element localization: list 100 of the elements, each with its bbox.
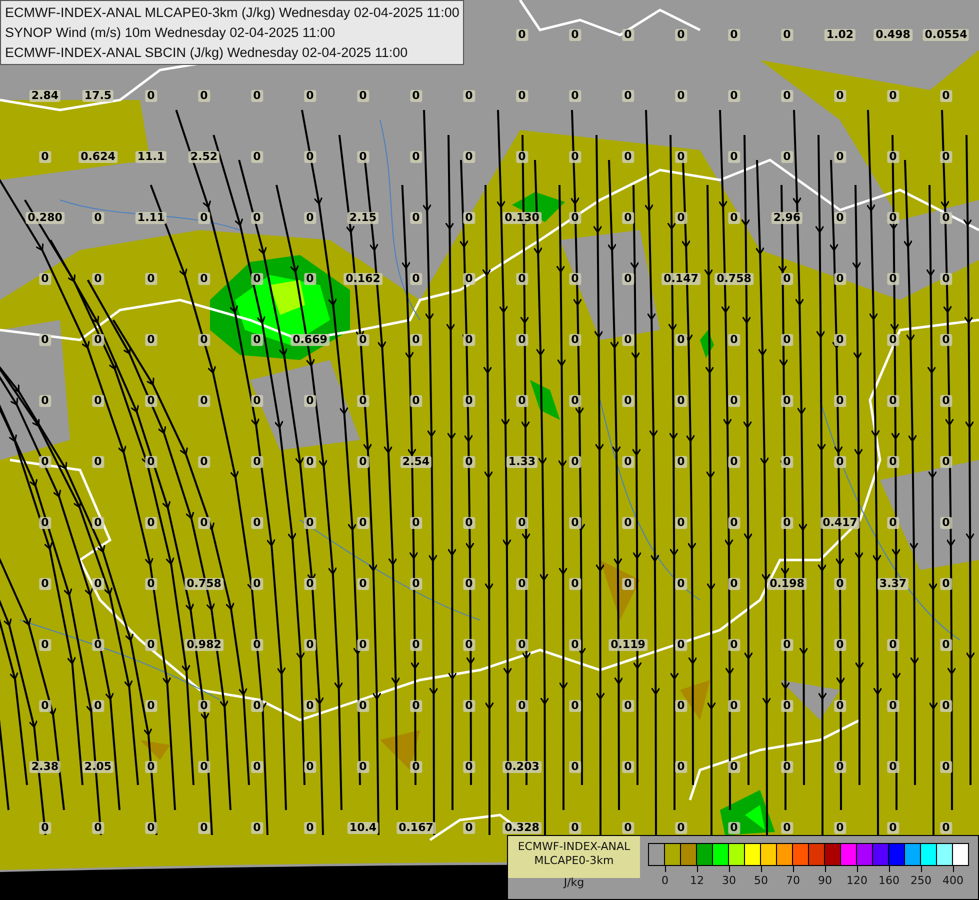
station-value: 0 bbox=[304, 517, 316, 529]
station-value: 0.198 bbox=[768, 578, 806, 590]
station-value: 2.84 bbox=[29, 90, 61, 102]
station-value: 0 bbox=[251, 761, 263, 773]
station-value: 0 bbox=[675, 29, 687, 41]
station-value: 0 bbox=[463, 395, 475, 407]
station-value: 0 bbox=[781, 517, 793, 529]
station-value: 0 bbox=[781, 639, 793, 651]
station-value: 0.982 bbox=[184, 639, 224, 651]
station-value: 0 bbox=[251, 212, 263, 224]
station-value: 0 bbox=[463, 212, 475, 224]
station-value: 0 bbox=[834, 212, 846, 224]
station-value: 0 bbox=[39, 395, 51, 407]
station-value: 0 bbox=[728, 578, 740, 590]
station-value: 0 bbox=[251, 639, 263, 651]
station-value: 0.203 bbox=[502, 761, 542, 773]
station-value: 0 bbox=[675, 639, 687, 651]
station-value: 0 bbox=[940, 395, 952, 407]
station-value: 0 bbox=[463, 334, 475, 346]
station-value: 0.498 bbox=[874, 29, 912, 41]
station-value: 0 bbox=[145, 700, 157, 712]
station-value: 0 bbox=[516, 334, 528, 346]
station-value: 0 bbox=[92, 822, 104, 834]
station-value: 0 bbox=[622, 90, 634, 102]
station-value: 0 bbox=[622, 700, 634, 712]
station-value: 0 bbox=[198, 273, 210, 285]
station-value: 0 bbox=[198, 822, 210, 834]
station-value: 0 bbox=[145, 517, 157, 529]
station-value: 0 bbox=[569, 578, 581, 590]
station-value: 0 bbox=[940, 273, 952, 285]
station-value: 0 bbox=[516, 700, 528, 712]
map-title-line: SYNOP Wind (m/s) 10m Wednesday 02-04-2025 11:00 bbox=[5, 24, 336, 42]
station-value: 0 bbox=[569, 456, 581, 468]
station-value: 0 bbox=[463, 273, 475, 285]
station-value: 0 bbox=[92, 578, 104, 590]
station-value: 0 bbox=[145, 761, 157, 773]
station-value: 0 bbox=[675, 578, 687, 590]
station-value: 0 bbox=[781, 90, 793, 102]
station-value: 0 bbox=[145, 456, 157, 468]
station-value: 0 bbox=[781, 334, 793, 346]
station-value: 0 bbox=[39, 700, 51, 712]
station-value: 0 bbox=[834, 639, 846, 651]
station-value: 0 bbox=[622, 578, 634, 590]
station-value: 0 bbox=[92, 700, 104, 712]
station-value: 0 bbox=[781, 456, 793, 468]
station-value: 0 bbox=[728, 456, 740, 468]
map-title-line: ECMWF-INDEX-ANAL MLCAPE0-3km (J/kg) Wednesday 02-04-2025 11:00 bbox=[5, 4, 460, 22]
station-value: 0.280 bbox=[26, 212, 64, 224]
station-value: 0 bbox=[304, 212, 316, 224]
station-value: 0 bbox=[92, 212, 104, 224]
station-value: 0 bbox=[834, 578, 846, 590]
station-value: 0 bbox=[834, 334, 846, 346]
station-value: 0 bbox=[198, 90, 210, 102]
station-value: 0 bbox=[569, 212, 581, 224]
station-value: 0 bbox=[304, 822, 316, 834]
station-value: 2.52 bbox=[188, 151, 220, 163]
station-value: 0 bbox=[675, 90, 687, 102]
station-value: 0 bbox=[781, 151, 793, 163]
station-value: 0 bbox=[781, 29, 793, 41]
station-value: 0 bbox=[251, 700, 263, 712]
station-value: 0.758 bbox=[714, 273, 754, 285]
station-value: 0 bbox=[622, 151, 634, 163]
station-value: 0 bbox=[357, 517, 369, 529]
station-value: 0 bbox=[940, 700, 952, 712]
station-value: 0 bbox=[145, 90, 157, 102]
station-value: 0 bbox=[198, 517, 210, 529]
station-value: 0 bbox=[304, 273, 316, 285]
station-value: 0 bbox=[145, 273, 157, 285]
station-value: 0 bbox=[39, 517, 51, 529]
station-value: 0 bbox=[834, 273, 846, 285]
station-value: 0 bbox=[569, 334, 581, 346]
station-value: 0 bbox=[463, 90, 475, 102]
station-value: 0 bbox=[463, 578, 475, 590]
station-value: 0 bbox=[304, 395, 316, 407]
scale-label: 50 bbox=[754, 874, 768, 887]
station-value: 0 bbox=[940, 90, 952, 102]
station-value: 0 bbox=[463, 822, 475, 834]
station-value: 0.624 bbox=[78, 151, 118, 163]
station-value: 0 bbox=[728, 151, 740, 163]
station-value: 0 bbox=[569, 395, 581, 407]
station-value: 0 bbox=[357, 700, 369, 712]
station-value: 0 bbox=[463, 151, 475, 163]
station-value: 0 bbox=[675, 212, 687, 224]
station-value: 0 bbox=[940, 639, 952, 651]
station-value: 0 bbox=[304, 90, 316, 102]
station-value: 0 bbox=[781, 761, 793, 773]
station-value: 0 bbox=[675, 395, 687, 407]
station-value: 0 bbox=[675, 700, 687, 712]
station-value: 0 bbox=[834, 761, 846, 773]
legend-title: MLCAPE0-3km bbox=[534, 854, 614, 868]
station-value: 0 bbox=[304, 761, 316, 773]
station-value: 0 bbox=[675, 517, 687, 529]
station-value: 0 bbox=[410, 395, 422, 407]
station-value: 0 bbox=[198, 700, 210, 712]
station-value: 0 bbox=[145, 822, 157, 834]
station-value: 0 bbox=[516, 639, 528, 651]
station-value: 0 bbox=[675, 822, 687, 834]
station-value: 0 bbox=[887, 212, 899, 224]
station-value: 0 bbox=[410, 90, 422, 102]
scale-label: 250 bbox=[910, 874, 932, 887]
